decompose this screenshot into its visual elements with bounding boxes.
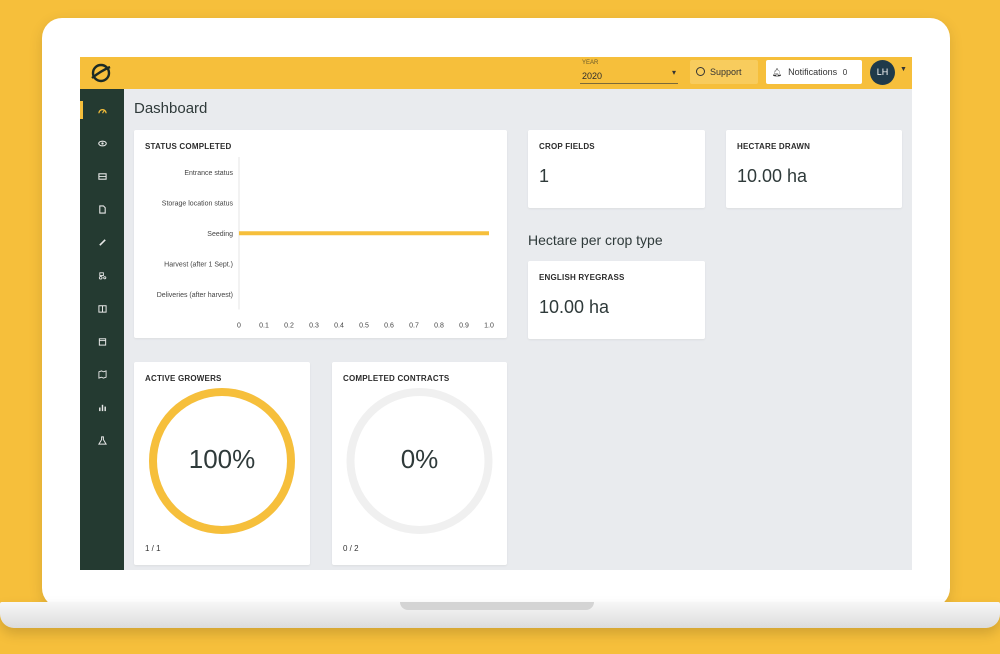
sidebar-item-dashboard[interactable] (80, 99, 124, 121)
notifications-button[interactable]: 🔔︎ Notifications 0 (766, 60, 862, 84)
x-tick-label: 0.5 (359, 323, 369, 330)
year-label: YEAR (582, 60, 599, 66)
eye-icon (97, 140, 107, 146)
hectare-drawn-card: HECTARE DRAWN 10.00 ha (726, 130, 902, 208)
bell-icon: 🔔︎ (772, 68, 783, 77)
page-title: Dashboard (134, 100, 208, 117)
completed-contracts-fraction: 0 / 2 (343, 544, 359, 553)
tractor-icon (98, 271, 106, 280)
x-tick-label: 1.0 (484, 323, 494, 330)
dashboard-icon (97, 108, 107, 113)
inbox-icon (97, 172, 107, 180)
x-tick-label: 0.4 (334, 323, 344, 330)
sidebar-item-reports[interactable] (80, 396, 124, 418)
map-icon (97, 369, 107, 379)
book-icon (97, 304, 107, 313)
avatar[interactable]: LH (870, 60, 895, 85)
x-tick-label: 0.2 (284, 323, 294, 330)
x-tick-label: 0.3 (309, 323, 319, 330)
chart-icon (98, 404, 106, 411)
sidebar (80, 89, 124, 570)
support-button[interactable]: Support (690, 60, 758, 84)
support-label: Support (710, 67, 742, 77)
sidebar-item-lab[interactable] (80, 429, 124, 451)
avatar-caret-icon[interactable]: ▼ (900, 66, 907, 73)
active-growers-card: ACTIVE GROWERS 100% 1 / 1 (134, 362, 310, 565)
x-tick-label: 0.6 (384, 323, 394, 330)
sidebar-item-map[interactable] (80, 363, 124, 385)
sidebar-item-edit[interactable] (80, 231, 124, 253)
sidebar-item-documents[interactable] (80, 198, 124, 220)
english-ryegrass-card: ENGLISH RYEGRASS 10.00 ha (528, 261, 705, 339)
hectare-per-crop-heading: Hectare per crop type (528, 232, 663, 248)
top-bar: YEAR 2020 ▾ Support 🔔︎ Notifications 0 LH… (80, 57, 912, 89)
crop-fields-card: CROP FIELDS 1 (528, 130, 705, 208)
year-value: 2020 (582, 71, 603, 81)
active-growers-percent: 100% (188, 444, 256, 474)
x-tick-label: 0.7 (409, 323, 419, 330)
sidebar-item-records[interactable] (80, 297, 124, 319)
pencil-icon (98, 238, 106, 246)
y-tick-label: Harvest (after 1 Sept.) (164, 261, 233, 268)
caret-down-icon: ▾ (671, 68, 676, 77)
y-tick-label: Deliveries (after harvest) (157, 292, 233, 299)
laptop-notch (400, 602, 594, 610)
notifications-count: 0 (842, 68, 848, 77)
english-ryegrass-title: ENGLISH RYEGRASS (539, 273, 625, 282)
hectare-drawn-value: 10.00 ha (737, 166, 808, 186)
sidebar-item-overview[interactable] (80, 132, 124, 154)
bar-2 (239, 231, 489, 236)
y-tick-label: Entrance status (184, 170, 233, 177)
flask-icon (97, 435, 107, 445)
completed-contracts-card: COMPLETED CONTRACTS 0% 0 / 2 (332, 362, 507, 565)
active-growers-fraction: 1 / 1 (145, 544, 161, 553)
document-icon (98, 204, 106, 214)
status-completed-card: STATUS COMPLETED Entrance status Storage … (134, 130, 507, 338)
sidebar-item-calendar[interactable] (80, 330, 124, 352)
app-screen: YEAR 2020 ▾ Support 🔔︎ Notifications 0 LH… (80, 57, 912, 570)
x-tick-label: 0.1 (259, 323, 269, 330)
sidebar-item-machinery[interactable] (80, 264, 124, 286)
crop-fields-title: CROP FIELDS (539, 142, 595, 151)
x-tick-label: 0 (237, 323, 241, 330)
hectare-drawn-title: HECTARE DRAWN (737, 142, 811, 151)
x-tick-label: 0.8 (434, 323, 444, 330)
sidebar-item-inbox[interactable] (80, 165, 124, 187)
year-select[interactable]: YEAR 2020 ▾ (580, 60, 678, 84)
calendar-icon (98, 337, 106, 346)
completed-contracts-percent: 0% (400, 444, 439, 474)
y-tick-label: Storage location status (162, 200, 234, 207)
crop-fields-value: 1 (539, 166, 550, 186)
english-ryegrass-value: 10.00 ha (539, 297, 610, 317)
x-tick-label: 0.9 (459, 323, 469, 330)
app-logo-icon[interactable] (88, 61, 114, 85)
help-circle-icon (696, 67, 705, 76)
y-tick-label: Seeding (207, 231, 233, 238)
notifications-label: Notifications (788, 67, 838, 77)
status-chart: Entrance status Storage location status Se… (157, 157, 494, 330)
